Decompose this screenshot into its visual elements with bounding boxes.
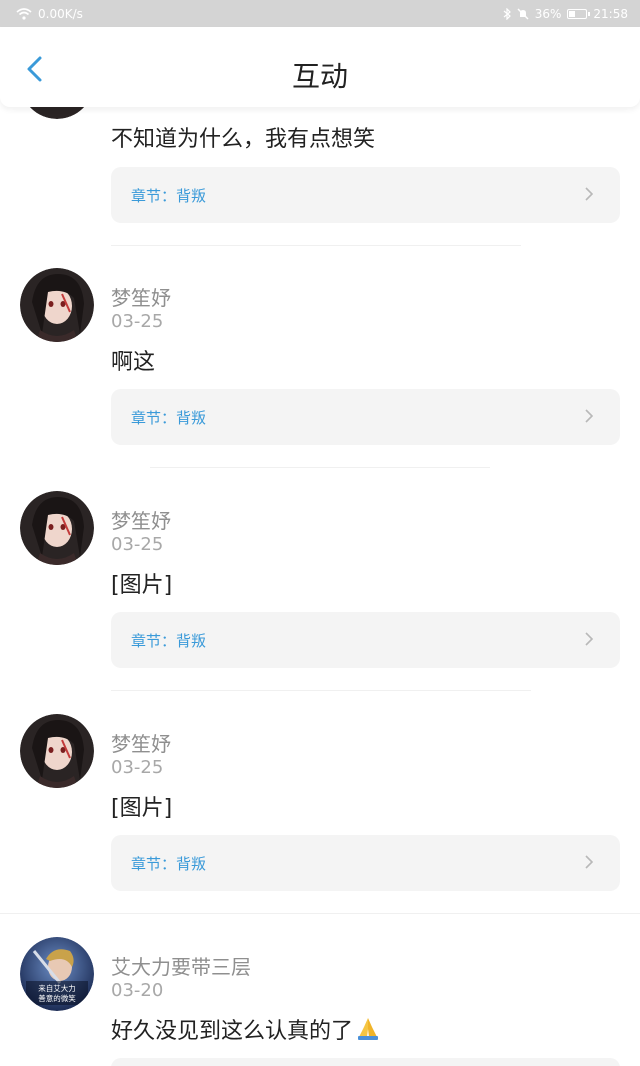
chapter-label: 章节：背叛 <box>131 631 207 650</box>
comment-date: 03-25 <box>111 534 164 555</box>
avatar[interactable]: 来自艾大力 善意的微笑 <box>20 937 94 1011</box>
chapter-link[interactable] <box>111 1058 620 1066</box>
chapter-link[interactable]: 章节：背叛 <box>111 835 620 891</box>
chapter-label: 章节：背叛 <box>131 854 207 873</box>
avatar[interactable] <box>20 714 94 788</box>
network-speed: 0.00K/s <box>38 6 83 21</box>
chapter-label: 章节：背叛 <box>131 186 207 205</box>
avatar[interactable] <box>20 491 94 565</box>
comment-date: 03-25 <box>111 757 164 778</box>
comment-text: 不知道为什么，我有点想笑 <box>111 127 376 152</box>
divider <box>0 913 640 914</box>
avatar-caption: 来自艾大力 <box>38 983 76 993</box>
username[interactable]: 梦笙妤 <box>111 728 171 757</box>
comment-date: 03-20 <box>111 980 164 1001</box>
chevron-right-icon <box>585 632 594 646</box>
status-bar: 0.00K/s 36% 21:58 <box>0 0 640 27</box>
username[interactable]: 梦笙妤 <box>111 282 171 311</box>
clock: 21:58 <box>593 6 628 21</box>
comment-date: 03-25 <box>111 311 164 332</box>
page-title: 互动 <box>291 60 348 93</box>
comment-text: 啊这 <box>111 350 156 375</box>
bluetooth-icon <box>503 7 511 20</box>
top-app-bar: 互动 <box>0 27 640 107</box>
chapter-link[interactable]: 章节：背叛 <box>111 389 620 445</box>
username[interactable]: 艾大力要带三层 <box>111 951 251 980</box>
battery-icon <box>567 8 591 19</box>
chevron-right-icon <box>585 855 594 869</box>
comment-text: [图片] <box>111 573 173 598</box>
divider <box>111 690 531 691</box>
avatar[interactable] <box>20 268 94 342</box>
battery-percent: 36% <box>534 6 562 21</box>
chevron-right-icon <box>585 187 594 201</box>
comment-text: 好久没见到这么认真的了 <box>111 1019 354 1044</box>
comment-text: [图片] <box>111 796 173 821</box>
username[interactable]: 梦笙妤 <box>111 505 171 534</box>
divider <box>150 467 490 468</box>
chapter-link[interactable]: 章节：背叛 <box>111 167 620 223</box>
comment-text-row: 好久没见到这么认真的了 <box>111 1013 381 1045</box>
folded-hands-icon <box>358 1018 379 1040</box>
chapter-link[interactable]: 章节：背叛 <box>111 612 620 668</box>
divider <box>111 245 521 246</box>
chevron-right-icon <box>585 409 594 423</box>
comment-list[interactable]: 不知道为什么，我有点想笑 章节：背叛 梦笙妤 03-25 啊这 章节：背叛 梦笙… <box>0 0 640 1066</box>
avatar-caption: 善意的微笑 <box>38 993 76 1003</box>
chapter-label: 章节：背叛 <box>131 408 207 427</box>
mute-bell-icon <box>517 8 529 19</box>
wifi-icon <box>16 7 32 20</box>
